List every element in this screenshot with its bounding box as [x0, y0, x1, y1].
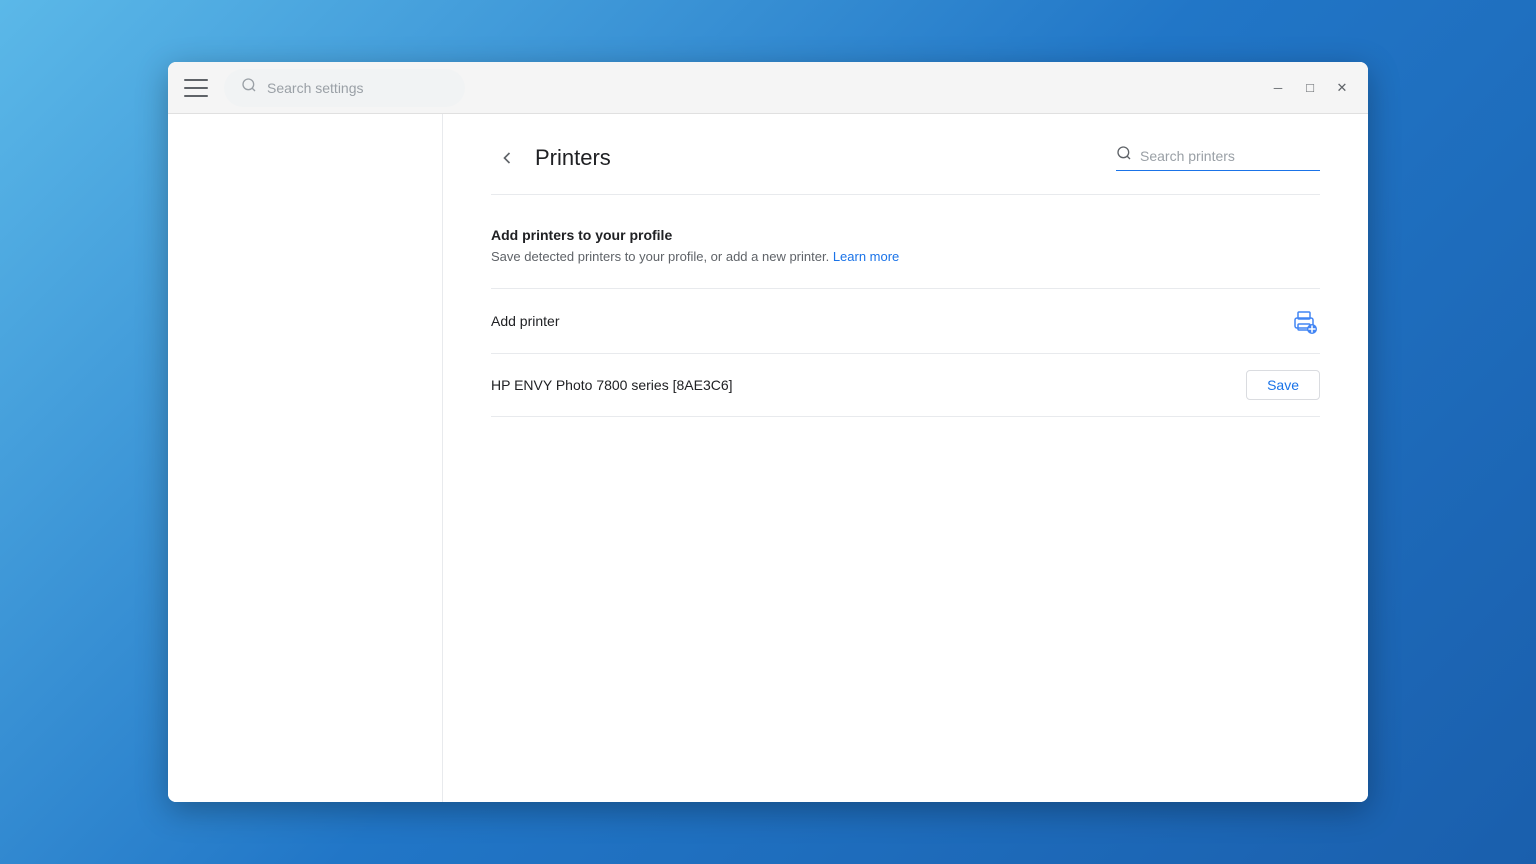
window-body: Printers Add printers to your profile — [168, 114, 1368, 802]
window-controls — [1268, 78, 1352, 98]
settings-search-bar[interactable] — [224, 69, 465, 107]
printers-section: Add printers to your profile Save detect… — [491, 227, 1320, 417]
sidebar — [168, 114, 443, 802]
maximize-button[interactable] — [1300, 78, 1320, 98]
search-printers-container[interactable] — [1116, 145, 1320, 171]
section-desc-text: Save detected printers to your profile, … — [491, 249, 833, 264]
page-title: Printers — [535, 145, 611, 171]
search-icon — [241, 77, 257, 98]
settings-search-input[interactable] — [267, 80, 448, 96]
add-printer-label: Add printer — [491, 313, 559, 329]
list-item: HP ENVY Photo 7800 series [8AE3C6] Save — [491, 354, 1320, 417]
page-header-left: Printers — [491, 142, 611, 174]
section-description: Save detected printers to your profile, … — [491, 249, 1320, 264]
back-button[interactable] — [491, 142, 523, 174]
section-title: Add printers to your profile — [491, 227, 1320, 243]
settings-window: Printers Add printers to your profile — [168, 62, 1368, 802]
printer-list: Add printer — [491, 288, 1320, 417]
learn-more-link[interactable]: Learn more — [833, 249, 899, 264]
list-item: Add printer — [491, 289, 1320, 354]
main-content: Printers Add printers to your profile — [443, 114, 1368, 802]
title-bar — [168, 62, 1368, 114]
minimize-button[interactable] — [1268, 78, 1288, 98]
add-printer-button[interactable] — [1288, 305, 1320, 337]
close-button[interactable] — [1332, 78, 1352, 98]
printer-name: HP ENVY Photo 7800 series [8AE3C6] — [491, 377, 733, 393]
page-header: Printers — [491, 114, 1320, 195]
title-bar-left — [184, 69, 465, 107]
menu-button[interactable] — [184, 79, 208, 97]
search-printers-input[interactable] — [1140, 148, 1320, 164]
search-printers-icon — [1116, 145, 1132, 166]
save-printer-button[interactable]: Save — [1246, 370, 1320, 400]
